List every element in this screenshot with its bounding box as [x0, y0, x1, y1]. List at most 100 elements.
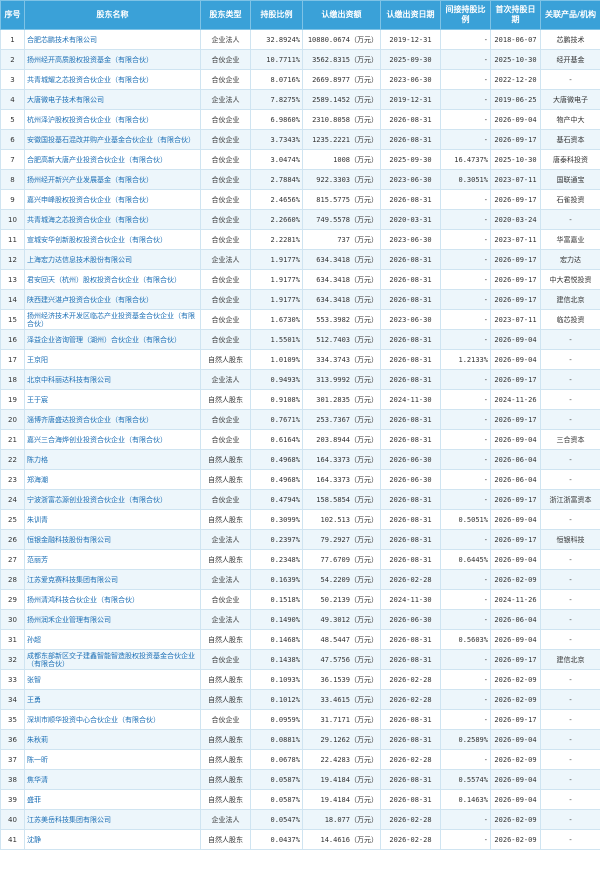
cell-shareholder-name[interactable]: 合肥高新大唐产业投资合伙企业（有限合伙） — [24, 149, 201, 170]
cell-shareholder-name[interactable]: 郑海潮 — [24, 469, 201, 490]
col-header-first-holding-date[interactable]: 首次持股日期 — [490, 0, 541, 30]
cell-shareholder-name[interactable]: 泽益企业咨询管理（湖州）合伙企业（有限合伙） — [24, 329, 201, 350]
col-header-subscribed-date[interactable]: 认缴出资日期 — [380, 0, 441, 30]
cell-shareholder-name[interactable]: 陈力格 — [24, 449, 201, 470]
cell-related-org[interactable]: - — [540, 669, 600, 690]
cell-related-org[interactable]: 临芯投资 — [540, 309, 600, 330]
cell-shareholder-name[interactable]: 安徽国投基石混改并购产业基金合伙企业（有限合伙） — [24, 129, 201, 150]
cell-related-org[interactable]: 国联通宝 — [540, 169, 600, 190]
cell-shareholder-name[interactable]: 扬州经济技术开发区临芯产业投资基金合伙企业（有限合伙） — [24, 309, 201, 330]
cell-shareholder-name[interactable]: 共青城海之芯投资合伙企业（有限合伙） — [24, 209, 201, 230]
cell-related-org[interactable]: 恒银科技 — [540, 529, 600, 550]
cell-related-org[interactable]: 建信北京 — [540, 649, 600, 670]
cell-shareholder-name[interactable]: 共青城耀之芯投资合伙企业（有限合伙） — [24, 69, 201, 90]
cell-related-org[interactable]: 芯鹏技术 — [540, 29, 600, 50]
cell-related-org[interactable]: 大唐微电子 — [540, 89, 600, 110]
cell-shareholder-name[interactable]: 君安回天（杭州）股权投资合伙企业（有限合伙） — [24, 269, 201, 290]
cell-related-org[interactable]: - — [540, 449, 600, 470]
cell-related-org[interactable]: - — [540, 709, 600, 730]
cell-related-org[interactable]: - — [540, 349, 600, 370]
cell-shareholder-name[interactable]: 深圳市顺华投资中心合伙企业（有限合伙） — [24, 709, 201, 730]
cell-shareholder-name[interactable]: 盛菲 — [24, 789, 201, 810]
cell-related-org[interactable]: - — [540, 749, 600, 770]
cell-shareholder-name[interactable]: 大唐微电子技术有限公司 — [24, 89, 201, 110]
cell-related-org[interactable]: - — [540, 209, 600, 230]
cell-shareholder-name[interactable]: 恒银金融科技股份有限公司 — [24, 529, 201, 550]
cell-shareholder-name[interactable]: 上海宏力达信息技术股份有限公司 — [24, 249, 201, 270]
cell-related-org[interactable]: - — [540, 549, 600, 570]
cell-subscribed-capital: 31.7171（万元） — [302, 709, 381, 730]
col-header-subscribed-capital[interactable]: 认缴出资额 — [302, 0, 381, 30]
cell-subscribed-date: 2026-02-28 — [380, 809, 441, 830]
cell-shareholder-name[interactable]: 宁波浙富芯源创业投资合伙企业（有限合伙） — [24, 489, 201, 510]
cell-related-org[interactable]: 物产中大 — [540, 109, 600, 130]
cell-shareholder-name[interactable]: 淄博齐唐盛达投资合伙企业（有限合伙） — [24, 409, 201, 430]
cell-shareholder-name[interactable]: 焦华清 — [24, 769, 201, 790]
cell-related-org[interactable]: - — [540, 329, 600, 350]
cell-shareholder-name[interactable]: 王勇 — [24, 689, 201, 710]
table-row: 24 宁波浙富芯源创业投资合伙企业（有限合伙） 合伙企业 0.4794% 158.585… — [0, 489, 600, 510]
cell-related-org[interactable]: - — [540, 809, 600, 830]
cell-related-org[interactable]: - — [540, 389, 600, 410]
cell-related-org[interactable]: - — [540, 69, 600, 90]
cell-related-org[interactable]: 浙江浙富资本 — [540, 489, 600, 510]
cell-related-org[interactable]: 唐泰科投资 — [540, 149, 600, 170]
cell-shareholder-name[interactable]: 杭州泽沪股权投资合伙企业（有限合伙） — [24, 109, 201, 130]
cell-related-org[interactable]: - — [540, 789, 600, 810]
cell-shareholder-name[interactable]: 江苏美岳科技集团有限公司 — [24, 809, 201, 830]
cell-shareholder-name[interactable]: 朱训青 — [24, 509, 201, 530]
cell-shareholder-name[interactable]: 沈静 — [24, 829, 201, 850]
cell-related-org[interactable]: 中大君悦投资 — [540, 269, 600, 290]
table-row: 7 合肥高新大唐产业投资合伙企业（有限合伙） 合伙企业 3.0474% 1008（万元）… — [0, 149, 600, 170]
cell-related-org[interactable]: - — [540, 829, 600, 850]
col-header-holding-ratio[interactable]: 持股比例 — [250, 0, 303, 30]
cell-shareholder-name[interactable]: 扬州清鸿科技合伙企业（有限合伙） — [24, 589, 201, 610]
cell-related-org[interactable]: 基石资本 — [540, 129, 600, 150]
cell-shareholder-name[interactable]: 嘉兴三合海烨创业投资合伙企业（有限合伙） — [24, 429, 201, 450]
cell-shareholder-name[interactable]: 扬州经开高质股权投资基金（有限合伙） — [24, 49, 201, 70]
cell-shareholder-name[interactable]: 孙超 — [24, 629, 201, 650]
cell-shareholder-name[interactable]: 张智 — [24, 669, 201, 690]
cell-shareholder-name[interactable]: 合肥芯鹏技术有限公司 — [24, 29, 201, 50]
col-header-related-org[interactable]: 关联产品/机构 — [540, 0, 600, 30]
cell-related-org[interactable]: 石雀投资 — [540, 189, 600, 210]
cell-shareholder-name[interactable]: 范丽芳 — [24, 549, 201, 570]
col-header-index[interactable]: 序号 — [0, 0, 25, 30]
cell-shareholder-name[interactable]: 江苏爱克赛科技集团有限公司 — [24, 569, 201, 590]
cell-shareholder-name[interactable]: 扬州经开新兴产业发展基金（有限合伙） — [24, 169, 201, 190]
cell-shareholder-name[interactable]: 王京阳 — [24, 349, 201, 370]
cell-first-holding-date: 2026-09-04 — [490, 729, 541, 750]
cell-shareholder-name[interactable]: 成都东部新区交子建鑫智能智造股权投资基金合伙企业（有限合伙） — [24, 649, 201, 670]
cell-shareholder-name[interactable]: 陈一昕 — [24, 749, 201, 770]
cell-shareholder-name[interactable]: 嘉兴申峰股权投资合伙企业（有限合伙） — [24, 189, 201, 210]
cell-shareholder-name[interactable]: 王于宸 — [24, 389, 201, 410]
cell-related-org[interactable]: - — [540, 369, 600, 390]
cell-related-org[interactable]: 三合资本 — [540, 429, 600, 450]
cell-shareholder-name[interactable]: 北京中科丽达科技有限公司 — [24, 369, 201, 390]
cell-shareholder-name[interactable]: 宣城安华创新股权投资合伙企业（有限合伙） — [24, 229, 201, 250]
cell-related-org[interactable]: 华富嘉业 — [540, 229, 600, 250]
cell-related-org[interactable]: - — [540, 409, 600, 430]
cell-related-org[interactable]: - — [540, 629, 600, 650]
cell-related-org[interactable]: 经开基金 — [540, 49, 600, 70]
cell-shareholder-name[interactable]: 朱秋莉 — [24, 729, 201, 750]
cell-related-org[interactable]: - — [540, 689, 600, 710]
col-header-indirect-ratio[interactable]: 间接持股比例 — [440, 0, 491, 30]
cell-related-org[interactable]: - — [540, 769, 600, 790]
cell-indirect-ratio: - — [440, 829, 491, 850]
cell-related-org[interactable]: - — [540, 509, 600, 530]
cell-related-org[interactable]: - — [540, 609, 600, 630]
cell-related-org[interactable]: - — [540, 569, 600, 590]
col-header-shareholder-name[interactable]: 股东名称 — [24, 0, 201, 30]
col-header-shareholder-type[interactable]: 股东类型 — [200, 0, 251, 30]
cell-subscribed-date: 2026-08-31 — [380, 769, 441, 790]
cell-related-org[interactable]: - — [540, 589, 600, 610]
cell-shareholder-name[interactable]: 扬州润禾企业管理有限公司 — [24, 609, 201, 630]
cell-shareholder-name[interactable]: 陕西建兴湛卢投资合伙企业（有限合伙） — [24, 289, 201, 310]
cell-related-org[interactable]: 宏力达 — [540, 249, 600, 270]
cell-related-org[interactable]: 建信北京 — [540, 289, 600, 310]
cell-shareholder-type: 合伙企业 — [200, 309, 251, 330]
cell-related-org[interactable]: - — [540, 469, 600, 490]
cell-shareholder-type: 自然人股东 — [200, 629, 251, 650]
cell-related-org[interactable]: - — [540, 729, 600, 750]
